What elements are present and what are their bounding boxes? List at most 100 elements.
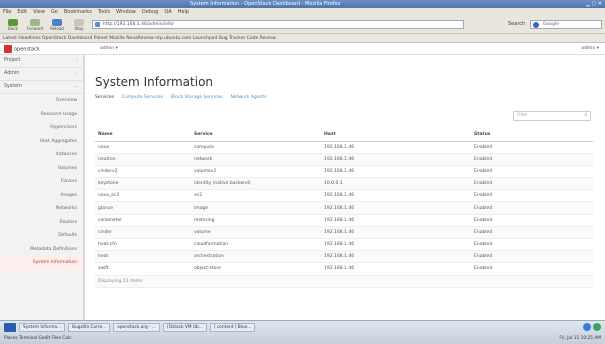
item-count: Displaying 11 items: [95, 275, 593, 288]
web-search-input[interactable]: Google: [530, 20, 602, 29]
filter-input[interactable]: Filter ⌕: [513, 111, 591, 121]
cell-service: network: [191, 153, 321, 166]
cell-service: cloudformation: [191, 238, 321, 252]
system-tray: [583, 323, 601, 331]
cell-name: glance: [95, 201, 191, 215]
back-button[interactable]: Back: [2, 19, 24, 32]
table-row[interactable]: keystone identity (native backend) 10.0.0.…: [95, 177, 593, 191]
cell-service: ec2: [191, 189, 321, 203]
tab-block-storage-services[interactable]: Block Storage Services: [171, 95, 223, 100]
sidebar-item-defaults[interactable]: Defaults: [0, 229, 83, 243]
cell-name: swift: [95, 262, 191, 276]
table-row[interactable]: heat orchestration 192.168.1.46 Enabled: [95, 250, 593, 264]
sidebar-item-overview[interactable]: Overview: [0, 94, 83, 108]
sidebar-item-volumes[interactable]: Volumes: [0, 162, 83, 176]
chevron-down-icon: ⌄: [73, 71, 78, 76]
table-row[interactable]: swift object-store 192.168.1.46 Enabled: [95, 262, 593, 276]
menu-edit[interactable]: Edit: [17, 8, 27, 17]
cell-service: metering: [191, 214, 321, 227]
stop-button[interactable]: Stop: [68, 19, 90, 32]
forward-button[interactable]: Forward: [24, 19, 46, 32]
update-icon[interactable]: [593, 323, 601, 331]
cell-status: Enabled: [471, 238, 593, 252]
taskbar-item[interactable]: System Informa...: [19, 323, 66, 332]
sidebar-item-networks[interactable]: Networks: [0, 202, 83, 216]
table-row[interactable]: neutron network 192.168.1.46 Enabled: [95, 153, 593, 166]
clock[interactable]: Fri, Jul 11 10:25 AM: [559, 334, 601, 344]
menu-go[interactable]: Go: [51, 8, 58, 17]
services-table: Name Service Host Status nova compute 192.…: [95, 129, 593, 288]
main-content: System Information Services Compute Serv…: [85, 55, 605, 320]
chevron-right-icon: ›: [76, 58, 78, 63]
user-dropdown[interactable]: admin ▾: [581, 46, 599, 51]
cell-name: nova_ec2: [95, 189, 191, 203]
table-row[interactable]: nova_ec2 ec2 192.168.1.46 Enabled: [95, 189, 593, 203]
cell-name: cinder: [95, 226, 191, 240]
column-header-name[interactable]: Name: [95, 129, 191, 142]
sidebar: Project › Admin ⌄ System ⌄ Overview Resourc…: [0, 55, 84, 320]
menu-file[interactable]: File: [3, 8, 11, 17]
menu-tools[interactable]: Tools: [98, 8, 110, 17]
cell-service: compute: [191, 141, 321, 154]
window-controls[interactable]: ▁ ▢ ✕: [586, 0, 602, 8]
url-text: http://192.168.1.46/admin/info/: [103, 22, 174, 27]
taskbar-item[interactable]: [ content ] Blue...: [209, 323, 256, 332]
dashboard-header: openstack admin ▾ admin ▾: [0, 43, 605, 55]
search-button[interactable]: Search: [508, 21, 525, 27]
menu-bookmarks[interactable]: Bookmarks: [64, 8, 92, 17]
table-row[interactable]: cinder volume 192.168.1.46 Enabled: [95, 226, 593, 240]
reload-button[interactable]: Reload: [46, 19, 68, 32]
sidebar-section-project[interactable]: Project ›: [0, 55, 83, 68]
sidebar-item-resource-usage[interactable]: Resource Usage: [0, 108, 83, 122]
sidebar-item-images[interactable]: Images: [0, 189, 83, 203]
sidebar-item-instances[interactable]: Instances: [0, 148, 83, 162]
taskbar-item[interactable]: [Dstack VM Ub...: [163, 323, 207, 332]
tab-bar: Services Compute Services Block Storage …: [95, 95, 266, 100]
menu-debug[interactable]: Debug: [142, 8, 158, 17]
cell-status: Enabled: [471, 226, 593, 240]
menu-qa[interactable]: QA: [164, 8, 171, 17]
start-menu-icon[interactable]: [4, 323, 16, 332]
cell-service: volumev2: [191, 165, 321, 179]
taskbar-item[interactable]: openstack.org - ...: [113, 323, 161, 332]
column-header-status[interactable]: Status: [471, 129, 593, 142]
table-row[interactable]: cinderv2 volumev2 192.168.1.46 Enabled: [95, 165, 593, 179]
table-header-row: Name Service Host Status: [95, 129, 593, 142]
search-icon[interactable]: ⌕: [584, 112, 587, 120]
reload-icon: [52, 19, 62, 26]
sidebar-item-system-information[interactable]: System Information: [0, 256, 83, 270]
table-row[interactable]: ceilometer metering 192.168.1.46 Enabled: [95, 214, 593, 227]
table-row[interactable]: glance image 192.168.1.46 Enabled: [95, 201, 593, 215]
sidebar-item-flavors[interactable]: Flavors: [0, 175, 83, 189]
table-row[interactable]: nova compute 192.168.1.46 Enabled: [95, 141, 593, 154]
table-body: nova compute 192.168.1.46 Enabled neutron net…: [95, 141, 593, 288]
sidebar-item-metadata-definitions[interactable]: Metadata Definitions: [0, 243, 83, 257]
sidebar-item-hypervisors[interactable]: Hypervisors: [0, 121, 83, 135]
taskbar-item[interactable]: Bugzilla Curre...: [68, 323, 111, 332]
tab-network-agents[interactable]: Network Agents: [231, 95, 267, 100]
tab-compute-services[interactable]: Compute Services: [122, 95, 163, 100]
project-dropdown[interactable]: admin ▾: [100, 46, 118, 51]
cell-name: nova: [95, 141, 191, 154]
bookmarks-toolbar[interactable]: Latest Headlines OpenStack Dashboard Pla…: [0, 34, 605, 43]
sidebar-section-system[interactable]: System ⌄: [0, 81, 83, 94]
table-row[interactable]: heat-cfn cloudformation 192.168.1.46 Enable…: [95, 238, 593, 252]
cell-status: Enabled: [471, 262, 593, 276]
tab-services[interactable]: Services: [95, 95, 114, 100]
menu-window[interactable]: Window: [116, 8, 136, 17]
cell-host: 192.168.1.46: [321, 226, 471, 240]
column-header-service[interactable]: Service: [191, 129, 321, 142]
url-bar[interactable]: http://192.168.1.46/admin/info/: [92, 20, 464, 29]
openstack-logo[interactable]: openstack: [4, 45, 40, 54]
column-header-host[interactable]: Host: [321, 129, 471, 142]
cell-status: Enabled: [471, 250, 593, 264]
quick-launch-bar[interactable]: Places Terminal Gedit Files Calc: [0, 334, 605, 344]
cell-name: heat: [95, 250, 191, 264]
sidebar-item-host-aggregates[interactable]: Host Aggregates: [0, 135, 83, 149]
sidebar-section-admin[interactable]: Admin ⌄: [0, 68, 83, 81]
sidebar-item-routers[interactable]: Routers: [0, 216, 83, 230]
menu-view[interactable]: View: [33, 8, 45, 17]
network-icon[interactable]: [583, 323, 591, 331]
menu-help[interactable]: Help: [178, 8, 189, 17]
chevron-down-icon: ▾: [596, 46, 599, 51]
